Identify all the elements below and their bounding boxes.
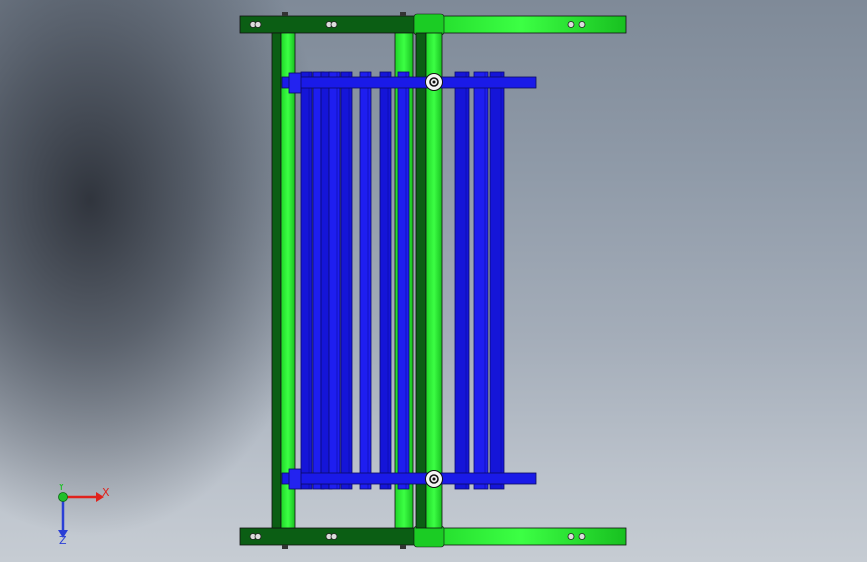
slat	[340, 71, 353, 490]
bottom-rail	[239, 525, 627, 548]
upper-bearing-icon[interactable]	[425, 73, 443, 91]
slat	[397, 71, 410, 490]
slat	[300, 71, 313, 490]
slat-group	[300, 71, 505, 490]
lower-left-bracket	[288, 468, 302, 490]
left-post-dark	[271, 32, 282, 529]
y-axis-label: Y	[57, 484, 65, 493]
bottom-rail-joint	[413, 525, 445, 548]
center-bright-post	[425, 32, 443, 529]
lower-cross-bar	[281, 472, 537, 485]
lower-bearing-icon[interactable]	[425, 470, 443, 488]
slat	[489, 71, 505, 490]
top-rail	[239, 13, 627, 36]
upper-left-bracket	[288, 72, 302, 94]
upper-cross-bar	[281, 76, 537, 89]
slat	[454, 71, 470, 490]
center-dark-post	[415, 32, 427, 529]
model-scene[interactable]	[0, 0, 867, 562]
slat	[473, 71, 489, 490]
graphics-viewport[interactable]: X Y Z	[0, 0, 867, 562]
slat	[328, 71, 341, 490]
y-axis-dot	[58, 492, 68, 502]
coordinate-triad: X Y Z	[57, 484, 110, 544]
vertical-posts	[271, 32, 443, 529]
bottom-rail-bright-segment	[415, 527, 627, 546]
top-rail-joint	[413, 13, 445, 36]
left-post-bright	[280, 32, 296, 529]
slat	[379, 71, 392, 490]
z-axis-label: Z	[59, 534, 67, 544]
slat	[359, 71, 372, 490]
top-rail-bright-segment	[415, 15, 627, 34]
x-axis-label: X	[102, 486, 110, 499]
